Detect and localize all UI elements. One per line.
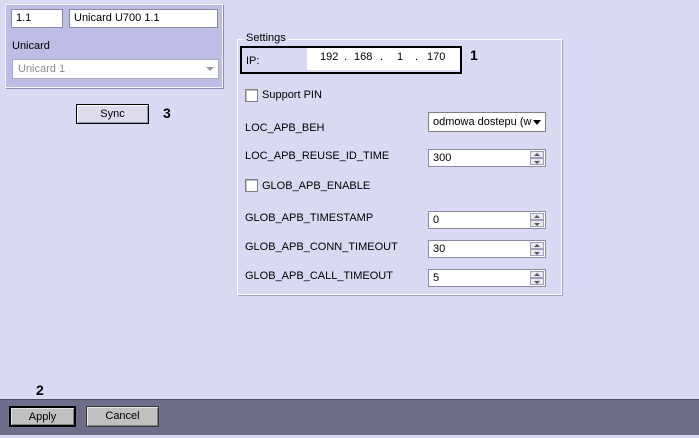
ip-octet-3[interactable]: 1 (397, 51, 403, 63)
object-type-label: Unicard (12, 40, 50, 52)
spin-up-icon[interactable] (530, 213, 544, 220)
sync-button[interactable]: Sync (76, 104, 149, 124)
glob-apb-timestamp-stepper[interactable]: 0 (428, 211, 546, 229)
settings-group-title: Settings (244, 32, 288, 44)
chevron-down-icon (206, 67, 214, 71)
glob-apb-timestamp-value: 0 (433, 214, 440, 226)
glob-apb-conn-timeout-label: GLOB_APB_CONN_TIMEOUT (245, 241, 398, 253)
ip-dot: . (415, 51, 419, 63)
loc-apb-reuse-id-time-value: 300 (433, 152, 452, 164)
object-id-field[interactable]: 1.1 (11, 9, 63, 28)
annotation-1: 1 (470, 47, 478, 63)
object-name-field[interactable]: Unicard U700 1.1 (69, 9, 218, 28)
glob-apb-enable-label: GLOB_APB_ENABLE (262, 180, 371, 192)
ip-dot: . (344, 51, 348, 63)
object-type-select-value: Unicard 1 (18, 63, 66, 75)
loc-apb-beh-label: LOC_APB_BEH (245, 122, 325, 134)
glob-apb-conn-timeout-value: 30 (433, 243, 446, 255)
spin-up-icon[interactable] (530, 151, 544, 158)
spin-up-icon[interactable] (530, 271, 544, 278)
spin-up-icon[interactable] (530, 242, 544, 249)
support-pin-label: Support PIN (262, 89, 322, 101)
glob-apb-call-timeout-stepper[interactable]: 5 (428, 269, 546, 287)
spin-down-icon[interactable] (530, 220, 544, 227)
ip-octet-1[interactable]: 192 (320, 51, 338, 63)
object-panel: 1.1 Unicard U700 1.1 Unicard Unicard 1 (5, 4, 223, 88)
loc-apb-beh-select[interactable]: odmowa dostepu (w (428, 112, 546, 132)
object-type-select: Unicard 1 (12, 59, 219, 79)
annotation-3: 3 (163, 105, 171, 121)
support-pin-checkbox[interactable] (245, 89, 258, 102)
loc-apb-reuse-id-time-label: LOC_APB_REUSE_ID_TIME (245, 150, 390, 162)
ip-address-field[interactable]: 192 . 168 . 1 . 170 (307, 48, 460, 70)
loc-apb-reuse-id-time-stepper[interactable]: 300 (428, 149, 546, 167)
ip-label: IP: (246, 55, 260, 67)
loc-apb-beh-value: odmowa dostepu (w (433, 116, 532, 128)
spin-down-icon[interactable] (530, 158, 544, 165)
spin-down-icon[interactable] (530, 278, 544, 285)
annotation-2: 2 (36, 382, 44, 398)
spin-down-icon[interactable] (530, 249, 544, 256)
glob-apb-enable-checkbox[interactable] (245, 179, 258, 192)
ip-dot: . (380, 51, 384, 63)
glob-apb-call-timeout-value: 5 (433, 272, 440, 284)
glob-apb-timestamp-label: GLOB_APB_TIMESTAMP (245, 212, 374, 224)
ip-octet-2[interactable]: 168 (354, 51, 372, 63)
chevron-down-icon (533, 120, 541, 125)
cancel-button[interactable]: Cancel (86, 406, 159, 427)
apply-button[interactable]: Apply (9, 406, 76, 427)
ip-octet-4[interactable]: 170 (427, 51, 445, 63)
glob-apb-conn-timeout-stepper[interactable]: 30 (428, 240, 546, 258)
glob-apb-call-timeout-label: GLOB_APB_CALL_TIMEOUT (245, 270, 393, 282)
